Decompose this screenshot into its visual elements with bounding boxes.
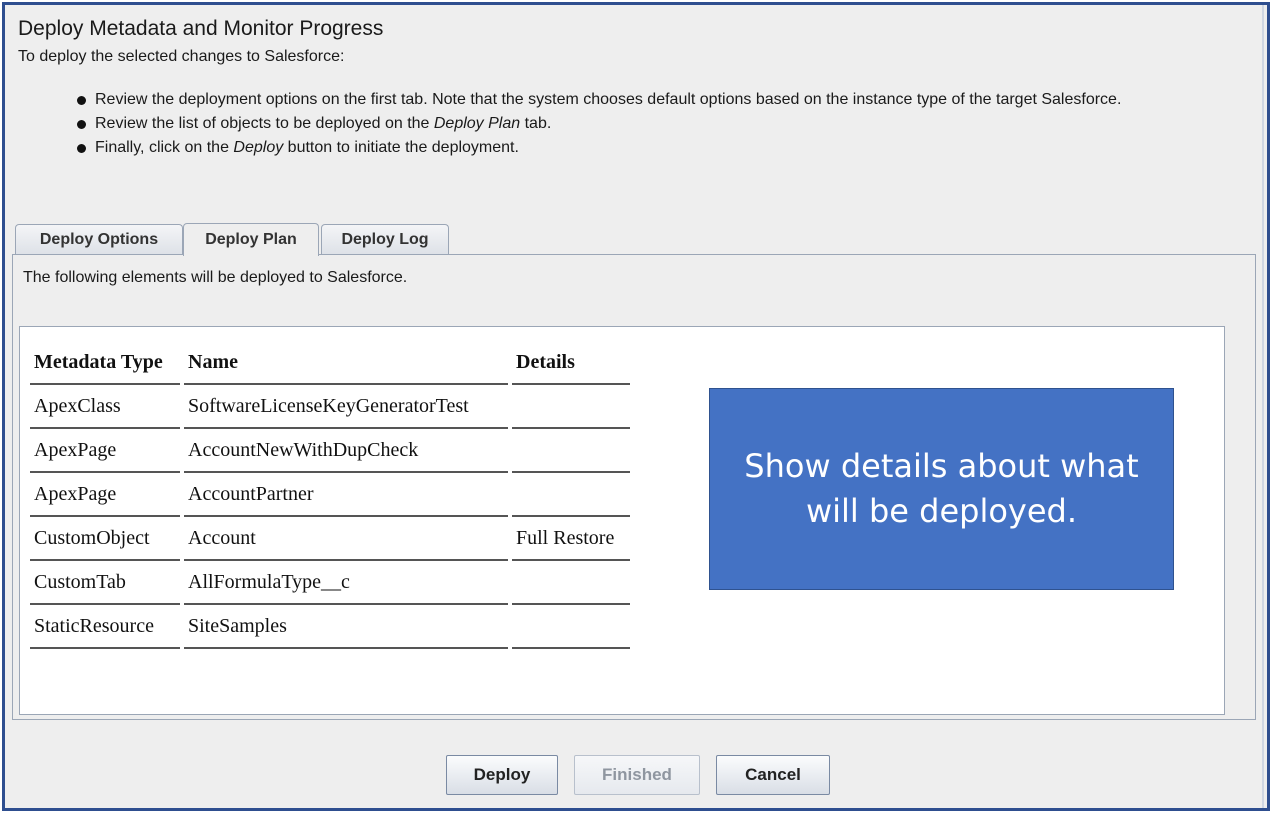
- table-row[interactable]: ApexClass SoftwareLicenseKeyGeneratorTes…: [30, 385, 630, 429]
- panel-description: The following elements will be deployed …: [23, 269, 408, 286]
- cell-details: [512, 473, 630, 517]
- frame-edge: [1262, 5, 1264, 808]
- annotation-callout: Show details about what will be deployed…: [709, 388, 1174, 590]
- cell-name: Account: [184, 517, 508, 561]
- tab-deploy-plan[interactable]: Deploy Plan: [183, 223, 319, 256]
- cell-details: [512, 429, 630, 473]
- cell-metadata-type: ApexPage: [30, 429, 180, 473]
- table-row[interactable]: CustomTab AllFormulaType__c: [30, 561, 630, 605]
- cell-details: Full Restore: [512, 517, 630, 561]
- cell-metadata-type: CustomTab: [30, 561, 180, 605]
- instruction-item: Review the deployment options on the fir…: [69, 88, 1219, 112]
- column-header-metadata-type: Metadata Type: [30, 341, 180, 385]
- cell-metadata-type: CustomObject: [30, 517, 180, 561]
- dialog-subtitle: To deploy the selected changes to Salesf…: [18, 48, 345, 65]
- instruction-item: Review the list of objects to be deploye…: [69, 112, 1219, 136]
- cell-name: SoftwareLicenseKeyGeneratorTest: [184, 385, 508, 429]
- bullet-icon: [77, 96, 86, 105]
- column-header-details: Details: [512, 341, 630, 385]
- tab-deploy-log[interactable]: Deploy Log: [321, 224, 449, 255]
- cell-details: [512, 385, 630, 429]
- cell-metadata-type: ApexPage: [30, 473, 180, 517]
- cell-metadata-type: ApexClass: [30, 385, 180, 429]
- bullet-icon: [77, 144, 86, 153]
- cell-name: AccountPartner: [184, 473, 508, 517]
- instruction-list: Review the deployment options on the fir…: [69, 88, 1219, 160]
- deploy-plan-table: Metadata Type Name Details ApexClass Sof…: [26, 341, 634, 649]
- cell-details: [512, 605, 630, 649]
- deploy-button[interactable]: Deploy: [446, 755, 558, 795]
- cell-details: [512, 561, 630, 605]
- dialog-title: Deploy Metadata and Monitor Progress: [18, 17, 384, 40]
- cell-metadata-type: StaticResource: [30, 605, 180, 649]
- instruction-emphasis: Deploy Plan: [433, 115, 521, 132]
- instruction-text: Review the list of objects to be deploye…: [95, 115, 434, 132]
- cell-name: AllFormulaType__c: [184, 561, 508, 605]
- instruction-text: Review the deployment options on the fir…: [95, 91, 1122, 108]
- table-row[interactable]: StaticResource SiteSamples: [30, 605, 630, 649]
- column-header-name: Name: [184, 341, 508, 385]
- instruction-text: Finally, click on the: [95, 139, 234, 156]
- cancel-button[interactable]: Cancel: [716, 755, 830, 795]
- cell-name: AccountNewWithDupCheck: [184, 429, 508, 473]
- instruction-emphasis: Deploy: [233, 139, 284, 156]
- table-header-row: Metadata Type Name Details: [30, 341, 630, 385]
- instruction-text: button to initiate the deployment.: [283, 139, 519, 156]
- instruction-item: Finally, click on the Deploy button to i…: [69, 136, 1219, 160]
- table-row[interactable]: ApexPage AccountNewWithDupCheck: [30, 429, 630, 473]
- finished-button[interactable]: Finished: [574, 755, 700, 795]
- cell-name: SiteSamples: [184, 605, 508, 649]
- instruction-text: tab.: [520, 115, 552, 132]
- bullet-icon: [77, 120, 86, 129]
- table-row[interactable]: CustomObject Account Full Restore: [30, 517, 630, 561]
- tab-deploy-options[interactable]: Deploy Options: [15, 224, 183, 255]
- table-row[interactable]: ApexPage AccountPartner: [30, 473, 630, 517]
